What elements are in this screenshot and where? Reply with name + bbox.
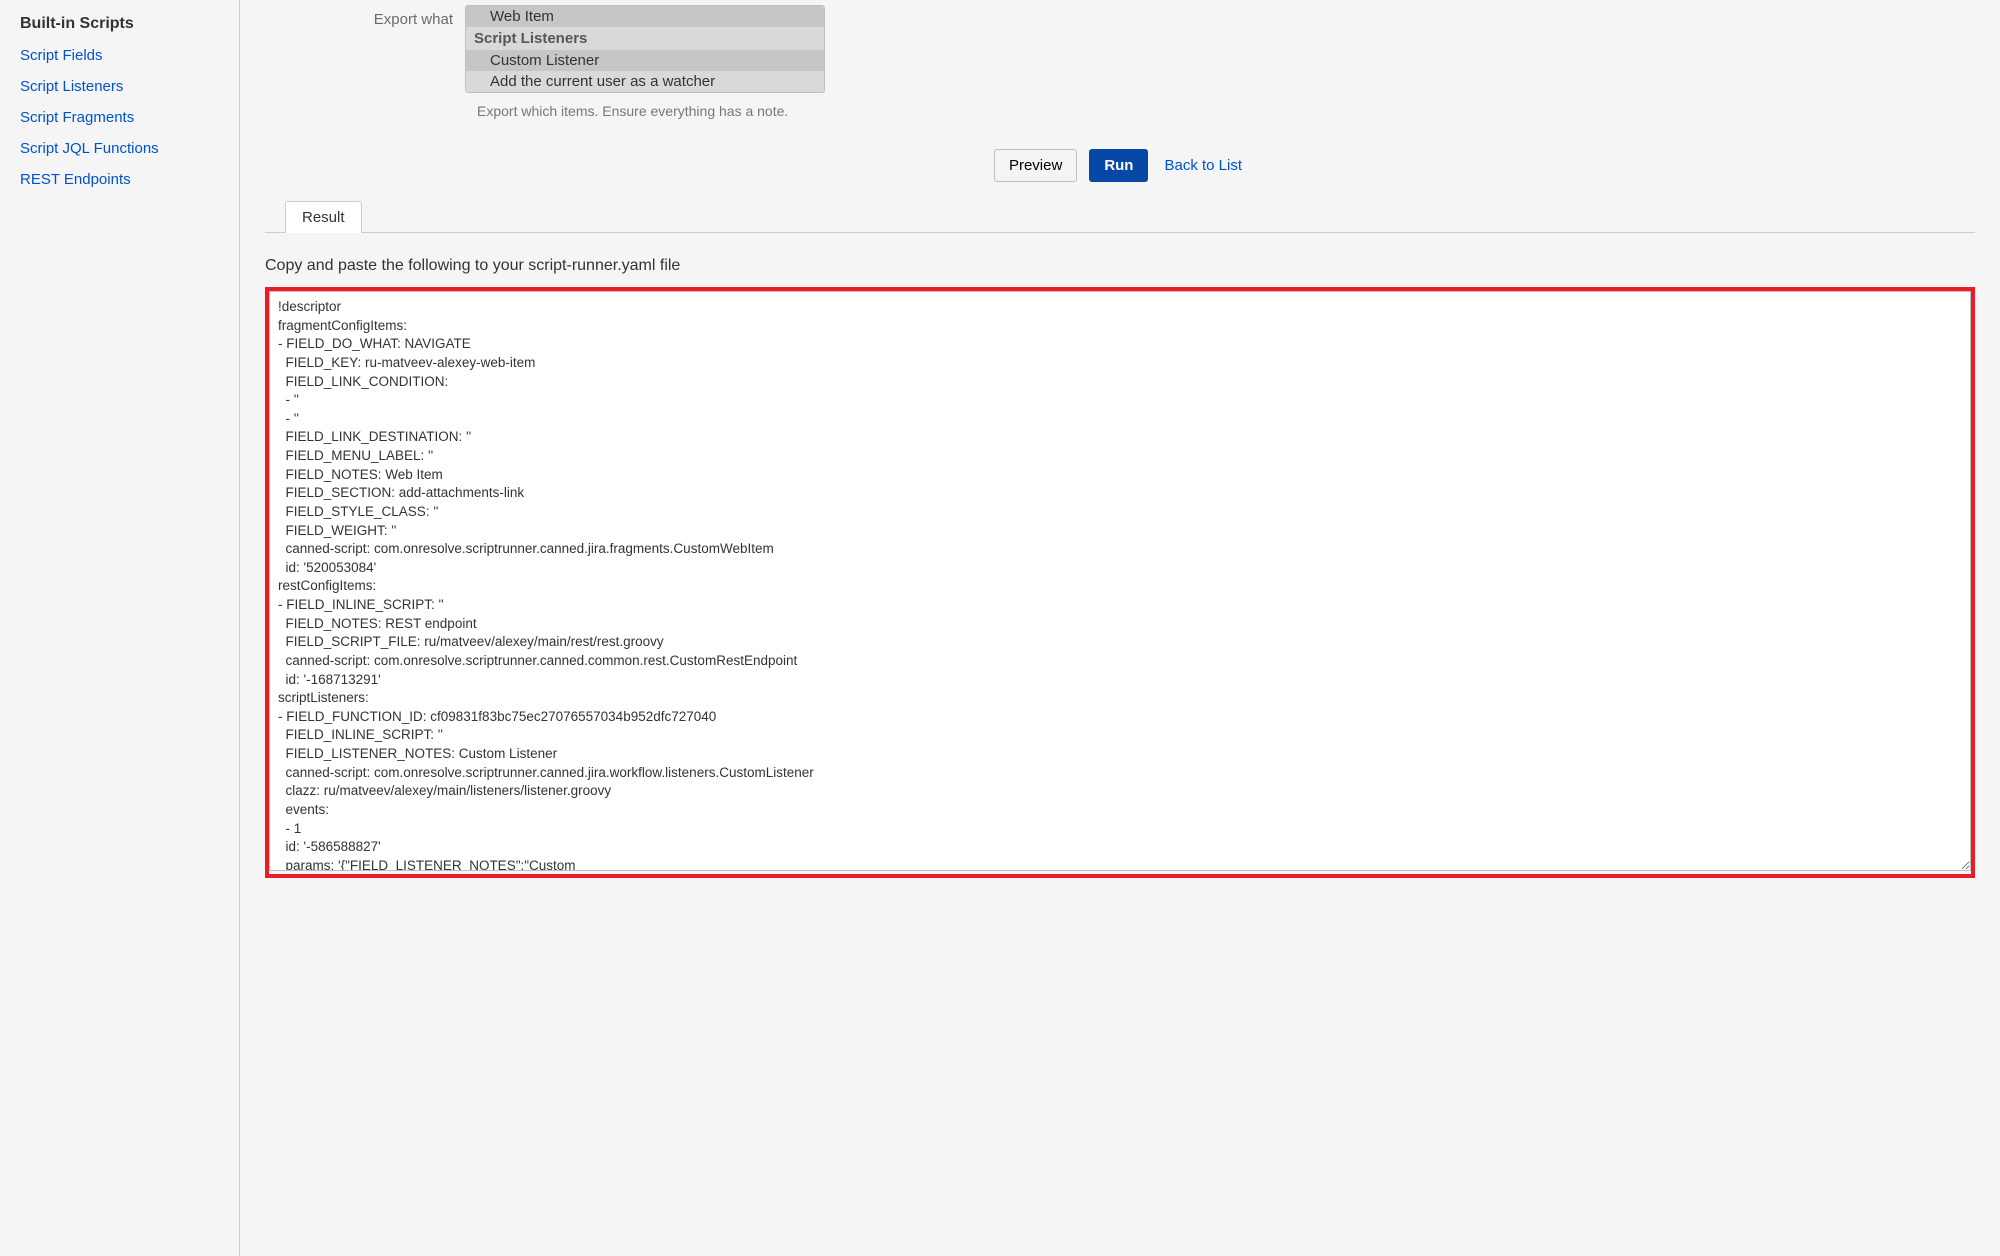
main-content: Export what Web Item Script Listeners Cu… [240, 0, 2000, 1256]
yaml-highlight-box [265, 287, 1975, 878]
preview-button[interactable]: Preview [994, 149, 1077, 182]
sidebar-item-script-fragments[interactable]: Script Fragments [20, 109, 219, 126]
tabs: Result [265, 200, 1975, 233]
back-to-list-link[interactable]: Back to List [1160, 150, 1246, 181]
export-what-row: Export what Web Item Script Listeners Cu… [265, 5, 1975, 93]
sidebar-item-script-fields[interactable]: Script Fields [20, 47, 219, 64]
export-helper-text: Export which items. Ensure everything ha… [477, 103, 1975, 119]
yaml-output-textarea[interactable] [269, 291, 1971, 871]
sidebar: Built-in Scripts Script Fields Script Li… [0, 0, 240, 1256]
sidebar-item-script-listeners[interactable]: Script Listeners [20, 78, 219, 95]
listbox-group-script-listeners: Script Listeners [466, 27, 824, 50]
sidebar-heading: Built-in Scripts [20, 15, 219, 33]
export-what-listbox[interactable]: Web Item Script Listeners Custom Listene… [465, 5, 825, 93]
tab-result[interactable]: Result [285, 201, 362, 233]
export-what-label: Export what [265, 5, 465, 28]
listbox-option-custom-listener[interactable]: Custom Listener [466, 50, 824, 71]
listbox-option-add-watcher[interactable]: Add the current user as a watcher [466, 71, 824, 92]
sidebar-item-rest-endpoints[interactable]: REST Endpoints [20, 171, 219, 188]
result-heading: Copy and paste the following to your scr… [265, 257, 1975, 275]
action-buttons: Preview Run Back to List [265, 149, 1975, 182]
sidebar-item-script-jql-functions[interactable]: Script JQL Functions [20, 140, 219, 157]
run-button[interactable]: Run [1089, 149, 1148, 182]
listbox-option-web-item[interactable]: Web Item [466, 6, 824, 27]
